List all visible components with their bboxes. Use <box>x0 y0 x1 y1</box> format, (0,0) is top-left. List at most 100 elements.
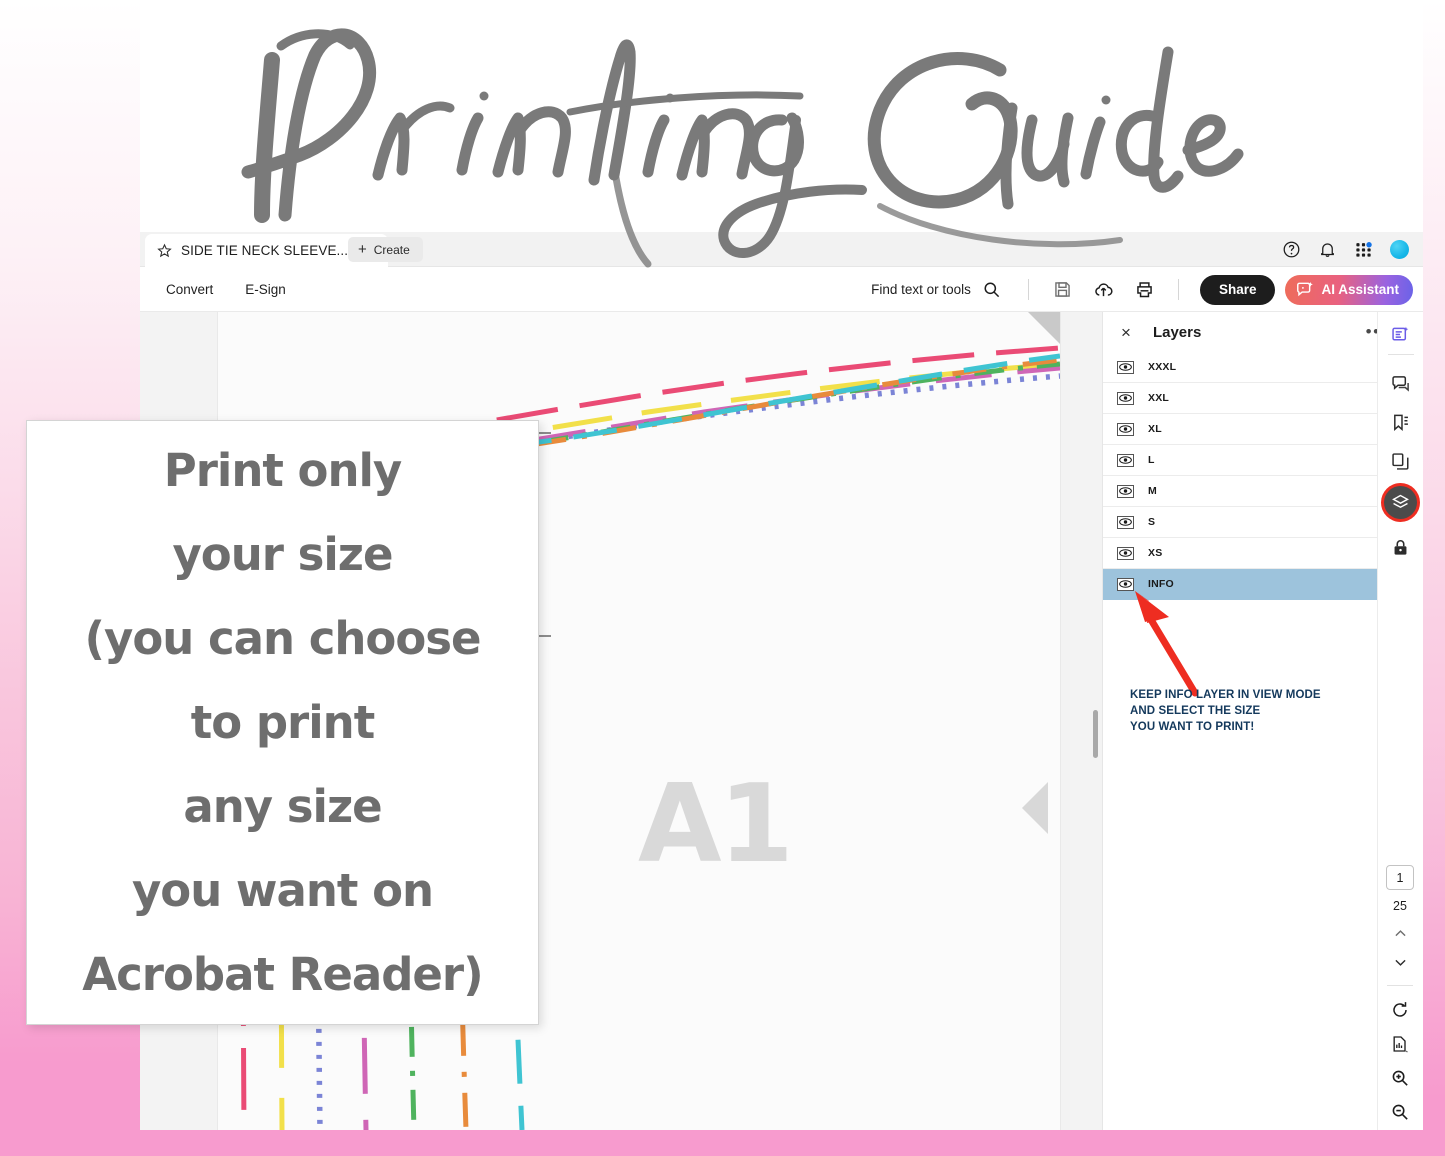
eye-glyph <box>1119 425 1132 433</box>
rail-divider <box>1387 354 1414 355</box>
layer-label: XL <box>1148 423 1162 435</box>
layer-label: INFO <box>1148 578 1174 590</box>
organize-pages-icon[interactable] <box>1390 451 1411 472</box>
screenshot-root: SIDE TIE NECK SLEEVE... × + Create <box>0 0 1445 1156</box>
save-icon[interactable] <box>1052 279 1073 300</box>
layers-list: XXXL XXL XL L M S XS INFO <box>1103 352 1402 600</box>
rotate-icon[interactable] <box>1390 1000 1410 1020</box>
chevron-down-icon[interactable] <box>1392 954 1409 971</box>
toolbar: Convert E-Sign Find text or tools Share … <box>140 267 1423 312</box>
search-icon[interactable] <box>982 280 1001 299</box>
layer-visibility-toggle[interactable] <box>1103 546 1148 560</box>
page-nav-controls: 1 25 <box>1377 865 1423 1130</box>
layer-row[interactable]: XS <box>1103 538 1402 569</box>
layer-row[interactable]: L <box>1103 445 1402 476</box>
layer-visibility-toggle[interactable] <box>1103 391 1148 405</box>
tab-strip: SIDE TIE NECK SLEEVE... × + Create <box>140 232 1423 267</box>
layer-row[interactable]: S <box>1103 507 1402 538</box>
star-icon[interactable] <box>157 243 172 258</box>
menu-convert[interactable]: Convert <box>150 276 229 303</box>
bookmark-icon[interactable] <box>1390 412 1411 433</box>
toolbar-actions: Find text or tools Share AI Assistant <box>871 267 1413 312</box>
eye-icon[interactable] <box>1117 546 1134 560</box>
layer-row[interactable]: XXXL <box>1103 352 1402 383</box>
share-label: Share <box>1218 282 1257 297</box>
layers-icon[interactable] <box>1384 486 1417 519</box>
eye-glyph <box>1119 363 1132 371</box>
layers-panel-header: × Layers ••• <box>1103 312 1402 352</box>
current-page-input[interactable]: 1 <box>1386 865 1414 890</box>
tab-label: SIDE TIE NECK SLEEVE... <box>181 243 349 258</box>
page-nav-arrow-icon[interactable] <box>1022 782 1048 834</box>
help-icon[interactable] <box>1282 240 1301 259</box>
eye-icon[interactable] <box>1117 515 1134 529</box>
layer-label: L <box>1148 454 1155 466</box>
toolbar-menus: Convert E-Sign <box>140 276 302 303</box>
eye-glyph <box>1119 456 1132 464</box>
layer-visibility-toggle[interactable] <box>1103 453 1148 467</box>
eye-glyph <box>1119 394 1132 402</box>
share-button[interactable]: Share <box>1199 274 1276 305</box>
plus-icon: + <box>358 241 367 258</box>
ai-assistant-button[interactable]: AI Assistant <box>1285 274 1413 305</box>
eye-icon[interactable] <box>1117 422 1134 436</box>
eye-icon[interactable] <box>1117 360 1134 374</box>
close-icon[interactable]: × <box>1121 324 1131 341</box>
upload-cloud-icon[interactable] <box>1093 279 1114 300</box>
find-tools-search[interactable]: Find text or tools <box>871 280 1001 299</box>
layers-panel: × Layers ••• <box>1102 312 1402 1130</box>
layer-row[interactable]: XL <box>1103 414 1402 445</box>
edit-pdf-ai-icon[interactable] <box>1390 324 1411 345</box>
find-label: Find text or tools <box>871 282 971 297</box>
fit-page-icon[interactable] <box>1390 1034 1410 1054</box>
eye-glyph <box>1119 549 1132 557</box>
eye-icon[interactable] <box>1117 484 1134 498</box>
protect-lock-icon[interactable] <box>1390 537 1411 558</box>
comment-icon[interactable] <box>1390 373 1411 394</box>
toolbar-divider-2 <box>1177 279 1179 300</box>
callout-line: Acrobat Reader) <box>82 947 483 1001</box>
layer-visibility-toggle[interactable] <box>1103 515 1148 529</box>
avatar[interactable] <box>1390 240 1409 259</box>
callout-line: your size <box>172 527 393 581</box>
create-button[interactable]: + Create <box>348 237 423 262</box>
bell-icon[interactable] <box>1318 240 1337 259</box>
document-scrollbar[interactable] <box>1088 312 1102 1130</box>
annotation-line-3: YOU WANT TO PRINT! <box>1130 721 1255 733</box>
layer-row[interactable]: XXL <box>1103 383 1402 414</box>
layer-label: S <box>1148 516 1156 528</box>
tabstrip-right-icons <box>1282 232 1409 267</box>
layer-row[interactable]: M <box>1103 476 1402 507</box>
create-label: Create <box>373 242 410 257</box>
print-icon[interactable] <box>1134 279 1155 300</box>
layer-label: M <box>1148 485 1157 497</box>
callout-line: any size <box>183 779 382 833</box>
layer-visibility-toggle[interactable] <box>1103 422 1148 436</box>
scrollbar-thumb[interactable] <box>1093 710 1098 758</box>
eye-icon[interactable] <box>1117 391 1134 405</box>
layer-label: XXXL <box>1148 361 1177 373</box>
toolbar-divider-1 <box>1027 279 1029 300</box>
zoom-out-icon[interactable] <box>1390 1102 1410 1122</box>
layer-label: XS <box>1148 547 1163 559</box>
annotation-arrow-icon <box>1135 591 1199 697</box>
app-grid-icon[interactable] <box>1354 240 1373 259</box>
layer-visibility-toggle[interactable] <box>1103 484 1148 498</box>
current-page-value: 1 <box>1396 870 1404 885</box>
zoom-in-icon[interactable] <box>1390 1068 1410 1088</box>
layers-glyph <box>1392 494 1409 509</box>
eye-icon[interactable] <box>1117 453 1134 467</box>
layer-visibility-toggle[interactable] <box>1103 360 1148 374</box>
right-tool-rail: 1 25 <box>1377 312 1423 1130</box>
pink-border-right <box>1423 0 1445 1156</box>
eye-glyph <box>1119 487 1132 495</box>
chevron-up-icon[interactable] <box>1392 925 1409 942</box>
menu-esign[interactable]: E-Sign <box>229 276 302 303</box>
callout-line: to print <box>190 695 375 749</box>
layers-panel-title: Layers <box>1152 323 1202 341</box>
annotation-text: KEEP INFO LAYER IN VIEW MODE AND SELECT … <box>1130 687 1321 735</box>
ai-assistant-label: AI Assistant <box>1321 282 1399 297</box>
layer-label: XXL <box>1148 392 1170 404</box>
callout-line: Print only <box>163 443 403 497</box>
annotation-line-1: KEEP INFO LAYER IN VIEW MODE <box>1130 689 1321 701</box>
